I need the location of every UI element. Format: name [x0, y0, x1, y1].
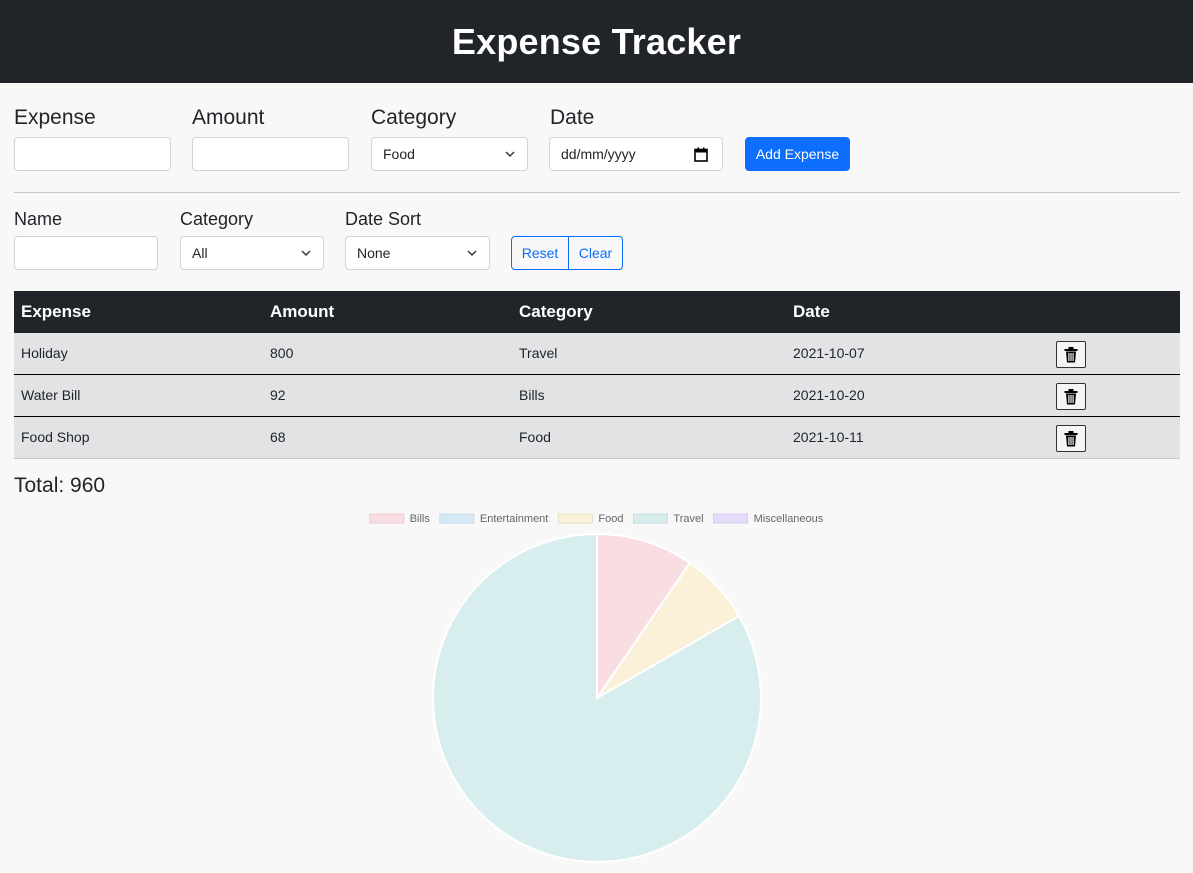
table-row: Water Bill 92 Bills 2021-10-20 [14, 375, 1180, 417]
legend-swatch-food[interactable] [557, 513, 593, 524]
legend-label-miscellaneous[interactable]: Miscellaneous [754, 513, 824, 525]
date-sort-label: Date Sort [345, 209, 422, 229]
cell-expense: Holiday [21, 345, 68, 361]
expense-table: Expense Amount Category Date Holiday 800… [14, 291, 1180, 459]
reset-button[interactable]: Reset [511, 236, 569, 270]
cell-amount: 68 [270, 429, 286, 445]
expense-input[interactable] [14, 137, 171, 171]
page-title: Expense Tracker [451, 20, 742, 62]
trash-icon [1064, 388, 1078, 404]
legend-swatch-entertainment[interactable] [439, 513, 475, 524]
add-expense-button[interactable]: Add Expense [745, 137, 850, 171]
legend-swatch-bills[interactable] [369, 513, 405, 524]
trash-icon [1064, 430, 1078, 446]
calendar-icon[interactable] [694, 147, 708, 162]
amount-label: Amount [192, 106, 265, 129]
category-filter-select[interactable]: All [180, 236, 324, 270]
date-input[interactable]: dd/mm/yyyy [549, 137, 723, 171]
category-select-value: Food [383, 146, 415, 162]
cell-date: 2021-10-20 [793, 387, 865, 403]
date-sort-value: None [357, 245, 391, 261]
legend-label-bills[interactable]: Bills [410, 513, 431, 525]
date-placeholder: dd/mm/yyyy [561, 146, 636, 162]
amount-input[interactable] [192, 137, 349, 171]
legend-label-travel[interactable]: Travel [673, 513, 703, 525]
cell-amount: 800 [270, 345, 294, 361]
delete-button[interactable] [1056, 425, 1086, 452]
name-filter-input[interactable] [14, 236, 158, 270]
chevron-down-icon [301, 250, 311, 257]
category-filter-label: Category [180, 209, 254, 229]
filter-button-group: Reset Clear [511, 236, 623, 270]
delete-button[interactable] [1056, 341, 1086, 368]
trash-icon [1064, 346, 1078, 362]
chevron-down-icon [467, 250, 477, 257]
cell-date: 2021-10-11 [793, 429, 864, 445]
legend-swatch-miscellaneous[interactable] [713, 513, 749, 524]
app-header: Expense Tracker [0, 0, 1193, 83]
legend-swatch-travel[interactable] [632, 513, 668, 524]
name-filter-label: Name [14, 209, 63, 229]
table-row: Food Shop 68 Food 2021-10-11 [14, 417, 1180, 459]
category-pie-chart: Bills Entertainment Food Travel Miscellaneou… [369, 513, 824, 863]
cell-expense: Food Shop [21, 429, 90, 445]
cell-category: Travel [519, 345, 558, 361]
date-sort-select[interactable]: None [345, 236, 490, 270]
category-filter-value: All [192, 245, 208, 261]
total-amount: Total: 960 [14, 474, 106, 497]
clear-button[interactable]: Clear [568, 236, 623, 270]
delete-button[interactable] [1056, 383, 1086, 410]
date-label: Date [550, 106, 595, 129]
cell-amount: 92 [270, 387, 286, 403]
cell-category: Food [519, 429, 551, 445]
column-header-category: Category [519, 302, 593, 321]
table-row: Holiday 800 Travel 2021-10-07 [14, 333, 1180, 375]
table-header: Expense Amount Category Date [14, 291, 1180, 333]
divider [14, 192, 1180, 193]
column-header-date: Date [793, 302, 830, 321]
expense-label: Expense [14, 106, 96, 129]
category-select[interactable]: Food [371, 137, 528, 171]
column-header-amount: Amount [270, 302, 335, 321]
category-label: Category [371, 106, 457, 129]
legend-label-food[interactable]: Food [598, 513, 623, 525]
chevron-down-icon [505, 151, 515, 158]
column-header-expense: Expense [21, 302, 91, 321]
legend-label-entertainment[interactable]: Entertainment [480, 513, 548, 525]
cell-expense: Water Bill [21, 387, 81, 403]
cell-category: Bills [519, 387, 545, 403]
cell-date: 2021-10-07 [793, 345, 865, 361]
